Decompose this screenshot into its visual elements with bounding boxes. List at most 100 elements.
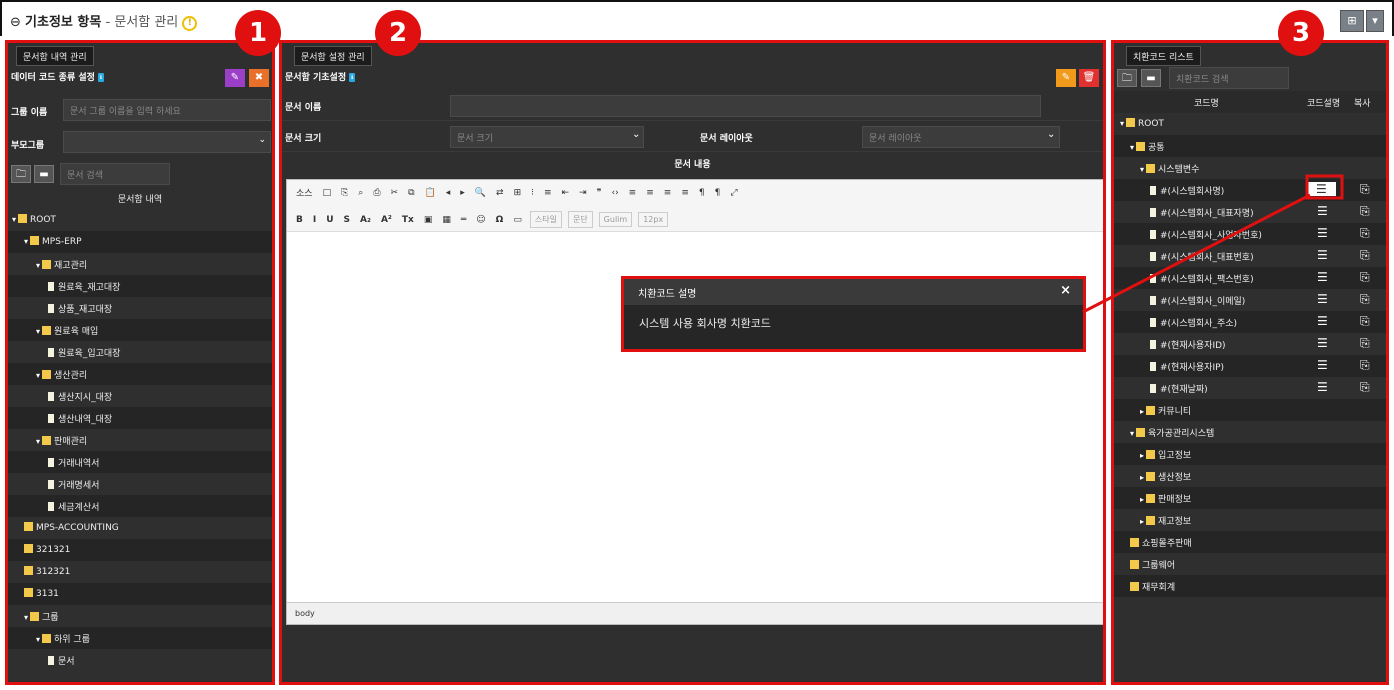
tree-folder[interactable]: ▾ 재고관리 [8,253,272,275]
copy-icon[interactable]: ⎘ [1360,182,1370,197]
toolbar-button[interactable]: ⌕ [358,188,363,198]
list-detail-icon[interactable]: ☰ [1317,226,1328,240]
tree-item[interactable]: 거래내역서 [8,451,272,473]
list-detail-icon[interactable]: ☰ [1317,380,1328,394]
delete-group-button[interactable]: ✖ [249,69,269,87]
chevron-right-icon[interactable]: ▸ [1140,495,1144,504]
paragraph-select[interactable]: 문단 [567,211,593,228]
doc-size-select[interactable]: 문서 크기 [450,126,644,148]
doc-name-input[interactable] [450,95,1041,117]
chevron-down-icon[interactable]: ▾ [36,327,40,336]
tree-item[interactable]: #(시스템회사_주소) ☰ ⎘ [1114,311,1386,333]
delete-button[interactable]: 🗑 [1079,69,1099,87]
toolbar-button[interactable]: ¶ [699,188,705,198]
tree-item[interactable]: #(시스템회사명) ☰ ⎘ [1114,179,1386,201]
toolbar-button[interactable]: ⇄ [496,188,504,198]
copy-icon[interactable]: ⎘ [1360,226,1370,241]
copy-icon[interactable]: ⎘ [1360,358,1370,373]
toolbar-button[interactable]: 📋 [425,188,436,198]
tree-item[interactable]: 원료육_재고대장 [8,275,272,297]
chevron-right-icon[interactable]: ▸ [1140,473,1144,482]
tree-item[interactable]: #(시스템회사_대표번호) ☰ ⎘ [1114,245,1386,267]
group-name-input[interactable]: 문서 그룹 이름을 입력 하세요 [63,99,271,121]
format-button[interactable]: ▭ [513,215,522,225]
tree-folder[interactable]: 그룹웨어 [1114,553,1386,575]
toolbar-button[interactable]: ≡ [681,188,689,198]
toolbar-button[interactable]: ⎘ [341,188,348,198]
tree-item[interactable]: 상품_재고대장 [8,297,272,319]
chevron-down-icon[interactable]: ▾ [1130,143,1134,152]
tree-folder[interactable]: ▾ 하위 그룹 [8,627,272,649]
folder-icon[interactable]: ▬ [34,165,54,183]
tree-item[interactable]: #(시스템회사_사업자번호) ☰ ⎘ [1114,223,1386,245]
toolbar-button[interactable]: ✂ [391,188,399,198]
toolbar-button[interactable]: ◂ [446,188,451,198]
format-button[interactable]: ═ [461,215,466,225]
format-button[interactable]: I [313,215,316,225]
toolbar-button[interactable]: ⎙ [373,188,380,198]
chevron-down-icon[interactable]: ▾ [36,371,40,380]
copy-icon[interactable]: ⎘ [1360,380,1370,395]
tab-code-list[interactable]: 치환코드 리스트 [1126,46,1201,66]
tree-folder[interactable]: ▾ 판매관리 [8,429,272,451]
chevron-down-icon[interactable]: ▾ [36,437,40,446]
tree-item[interactable]: 세금계산서 [8,495,272,517]
format-button[interactable]: Ω [496,215,504,225]
toolbar-button[interactable]: □ [323,188,332,198]
toolbar-button[interactable]: ¶ [715,188,721,198]
tree-folder[interactable]: 3131 [8,583,272,605]
tree-folder[interactable]: ▾ MPS-ERP [8,231,272,253]
code-search-input[interactable]: 치환코드 검색 [1169,67,1289,89]
tree-item[interactable]: #(현재사용자ID) ☰ ⎘ [1114,333,1386,355]
list-detail-icon[interactable]: ☰ [1317,336,1328,350]
toolbar-button[interactable]: ⊞ [514,188,522,198]
toolbar-button[interactable]: ⤢ [730,188,737,198]
font-select[interactable]: Gulim [598,212,633,227]
list-detail-icon[interactable]: ☰ [1317,358,1328,372]
toolbar-button[interactable]: 🔍 [475,188,486,198]
tree-item[interactable]: #(시스템회사_팩스번호) ☰ ⎘ [1114,267,1386,289]
tree-folder[interactable]: ▾ ROOT [8,209,272,231]
format-button[interactable]: ☺ [476,215,485,225]
tree-folder[interactable]: ▾ ROOT [1114,113,1386,135]
chevron-down-icon[interactable]: ▾ [24,237,28,246]
document-search-input[interactable]: 문서 검색 [60,163,170,185]
tree-item[interactable]: #(현재날짜) ☰ ⎘ [1114,377,1386,399]
copy-icon[interactable]: ⎘ [1360,314,1370,329]
list-detail-icon[interactable]: ☰ [1317,270,1328,284]
tab-document-box-list[interactable]: 문서함 내역 관리 [16,46,94,66]
tree-item[interactable]: 문서 [8,649,272,671]
toolbar-button[interactable]: 소스 [296,186,313,199]
toolbar-button[interactable]: ⇥ [579,188,587,198]
copy-icon[interactable]: ⎘ [1360,336,1370,351]
toolbar-button[interactable]: ⧉ [408,188,414,198]
tree-folder[interactable]: ▸ 재고정보 [1114,509,1386,531]
tree-folder[interactable]: ▾ 생산관리 [8,363,272,385]
toolbar-button[interactable]: ≡ [544,188,552,198]
copy-icon[interactable]: ⎘ [1360,248,1370,263]
list-detail-icon[interactable]: ☰ [1317,292,1328,306]
tree-folder[interactable]: ▾ 시스템변수 [1114,157,1386,179]
tree-folder[interactable]: ▸ 생산정보 [1114,465,1386,487]
format-button[interactable]: A₂ [360,215,371,225]
copy-icon[interactable]: ⎘ [1360,270,1370,285]
folder-icon[interactable]: ▬ [1141,69,1161,87]
tree-folder[interactable]: 321321 [8,539,272,561]
list-detail-icon[interactable]: ☰ [1307,182,1336,196]
format-button[interactable]: A² [381,215,392,225]
tree-folder[interactable]: ▾ 육가공관리시스템 [1114,421,1386,443]
chevron-right-icon[interactable]: ▸ [1140,451,1144,460]
toolbar-button[interactable]: ⇤ [562,188,570,198]
tree-folder[interactable]: ▸ 커뮤니티 [1114,399,1386,421]
chevron-right-icon[interactable]: ▸ [1140,517,1144,526]
tree-folder[interactable]: 쇼핑몰주판매 [1114,531,1386,553]
edit-group-button[interactable]: ✎ [225,69,245,87]
tree-item[interactable]: 생산지시_대장 [8,385,272,407]
toolbar-button[interactable]: ≡ [629,188,637,198]
tree-item[interactable]: #(현재사용자IP) ☰ ⎘ [1114,355,1386,377]
folder-open-icon[interactable]: 🗀 [1117,69,1137,87]
tree-folder[interactable]: ▾ 원료육 매입 [8,319,272,341]
style-select[interactable]: 스타일 [529,211,562,228]
list-detail-icon[interactable]: ☰ [1317,248,1328,262]
tree-item[interactable]: 생산내역_대장 [8,407,272,429]
